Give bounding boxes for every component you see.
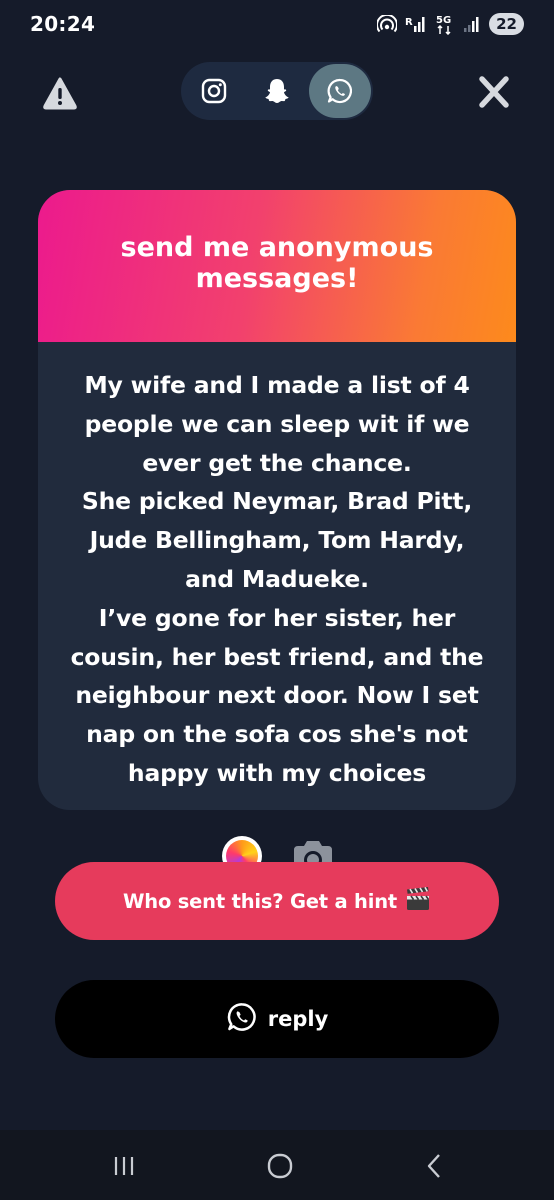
svg-text:R: R: [405, 17, 413, 28]
system-nav-bar: [0, 1130, 554, 1200]
warning-icon: [43, 77, 77, 110]
whatsapp-icon: [226, 1001, 258, 1037]
reply-label: reply: [267, 1007, 329, 1031]
share-platform-selector: [181, 62, 373, 120]
home-button[interactable]: [260, 1150, 300, 1182]
reply-button[interactable]: reply: [55, 980, 499, 1058]
card-body: My wife and I made a list of 4 people we…: [38, 342, 516, 793]
share-instagram-button[interactable]: [183, 64, 245, 118]
battery-badge: 22: [489, 13, 524, 35]
close-icon: [479, 76, 509, 108]
snapchat-icon: [265, 79, 289, 103]
message-card: send me anonymous messages! My wife and …: [38, 190, 516, 810]
message-text: My wife and I made a list of 4 people we…: [70, 371, 484, 787]
get-hint-button[interactable]: Who sent this? Get a hint: [55, 862, 499, 940]
close-button[interactable]: [474, 74, 514, 110]
share-snapchat-button[interactable]: [246, 64, 308, 118]
status-icons: R 5G 22: [377, 13, 524, 35]
network-5g-icon: 5G: [435, 13, 455, 35]
hotspot-icon: [377, 15, 398, 33]
hint-label: Who sent this? Get a hint: [122, 889, 398, 913]
status-bar: 20:24 R 5G 22: [0, 0, 554, 52]
svg-text:5G: 5G: [436, 15, 451, 26]
report-button[interactable]: [42, 76, 78, 110]
back-icon: [427, 1154, 440, 1178]
clapperboard-icon: [405, 886, 431, 915]
recents-icon: [114, 1157, 134, 1175]
signal-r-icon: R: [405, 14, 427, 34]
back-button[interactable]: [414, 1150, 454, 1182]
instagram-icon: [201, 78, 227, 104]
whatsapp-icon: [327, 78, 352, 104]
top-bar: [0, 60, 554, 122]
card-title: send me anonymous messages!: [120, 232, 434, 294]
recents-button[interactable]: [104, 1150, 144, 1182]
share-whatsapp-button[interactable]: [309, 64, 371, 118]
status-time: 20:24: [30, 12, 96, 36]
signal-bars-icon: [463, 15, 481, 33]
home-icon: [267, 1153, 293, 1179]
card-header: send me anonymous messages!: [38, 190, 516, 342]
